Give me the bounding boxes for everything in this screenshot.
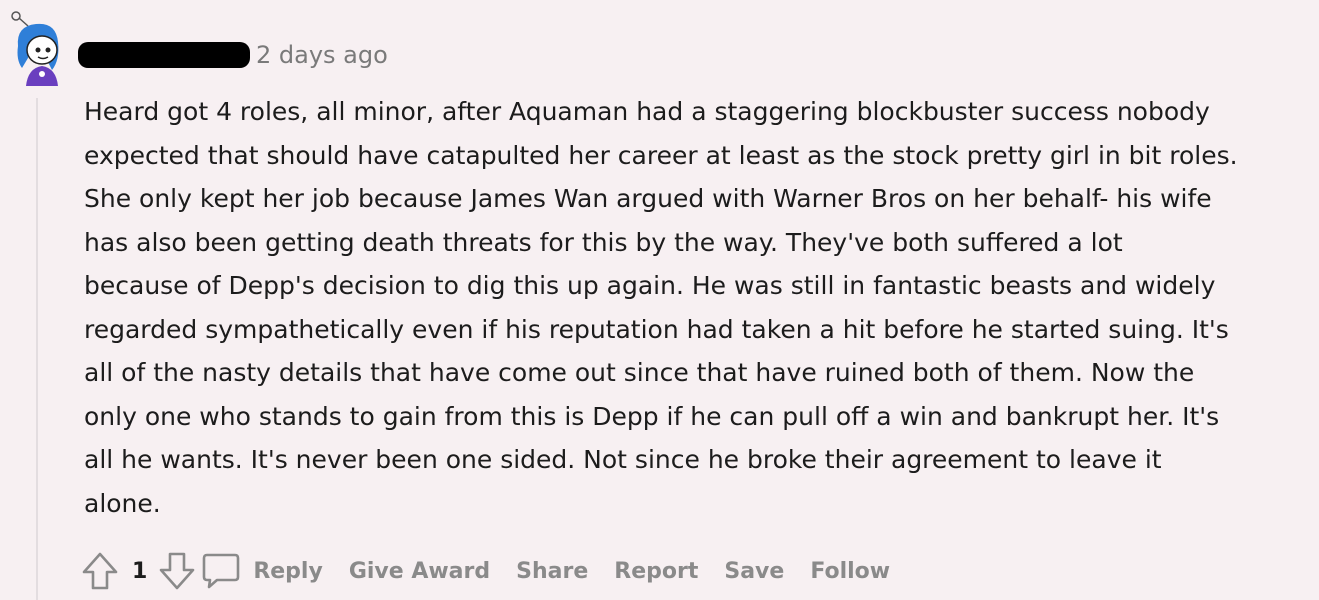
downvote-button[interactable] <box>157 548 197 594</box>
give-award-button[interactable]: Give Award <box>349 559 490 584</box>
share-button[interactable]: Share <box>516 559 588 584</box>
follow-button[interactable]: Follow <box>810 559 890 584</box>
snoo-avatar-icon <box>11 11 59 86</box>
report-button[interactable]: Report <box>614 559 698 584</box>
redacted-username <box>78 42 250 68</box>
timestamp[interactable]: 2 days ago <box>256 41 388 69</box>
comment: 2 days ago Heard got 4 roles, all minor,… <box>0 0 1319 600</box>
arrow-down-icon <box>160 552 195 590</box>
avatar[interactable] <box>8 8 68 88</box>
reply-label: Reply <box>253 558 323 584</box>
comment-body: Heard got 4 roles, all minor, after Aqua… <box>84 97 1238 518</box>
thread-line[interactable] <box>36 98 38 600</box>
upvote-button[interactable] <box>80 548 120 594</box>
vote-count: 1 <box>132 558 148 584</box>
action-bar: 1 Reply Give Award Share Report Save Fol… <box>80 548 916 594</box>
reply-button[interactable]: Reply <box>197 551 323 591</box>
speech-bubble-icon <box>203 553 240 589</box>
comment-header: 2 days ago <box>78 36 388 74</box>
arrow-up-icon <box>82 552 118 590</box>
save-button[interactable]: Save <box>724 559 784 584</box>
